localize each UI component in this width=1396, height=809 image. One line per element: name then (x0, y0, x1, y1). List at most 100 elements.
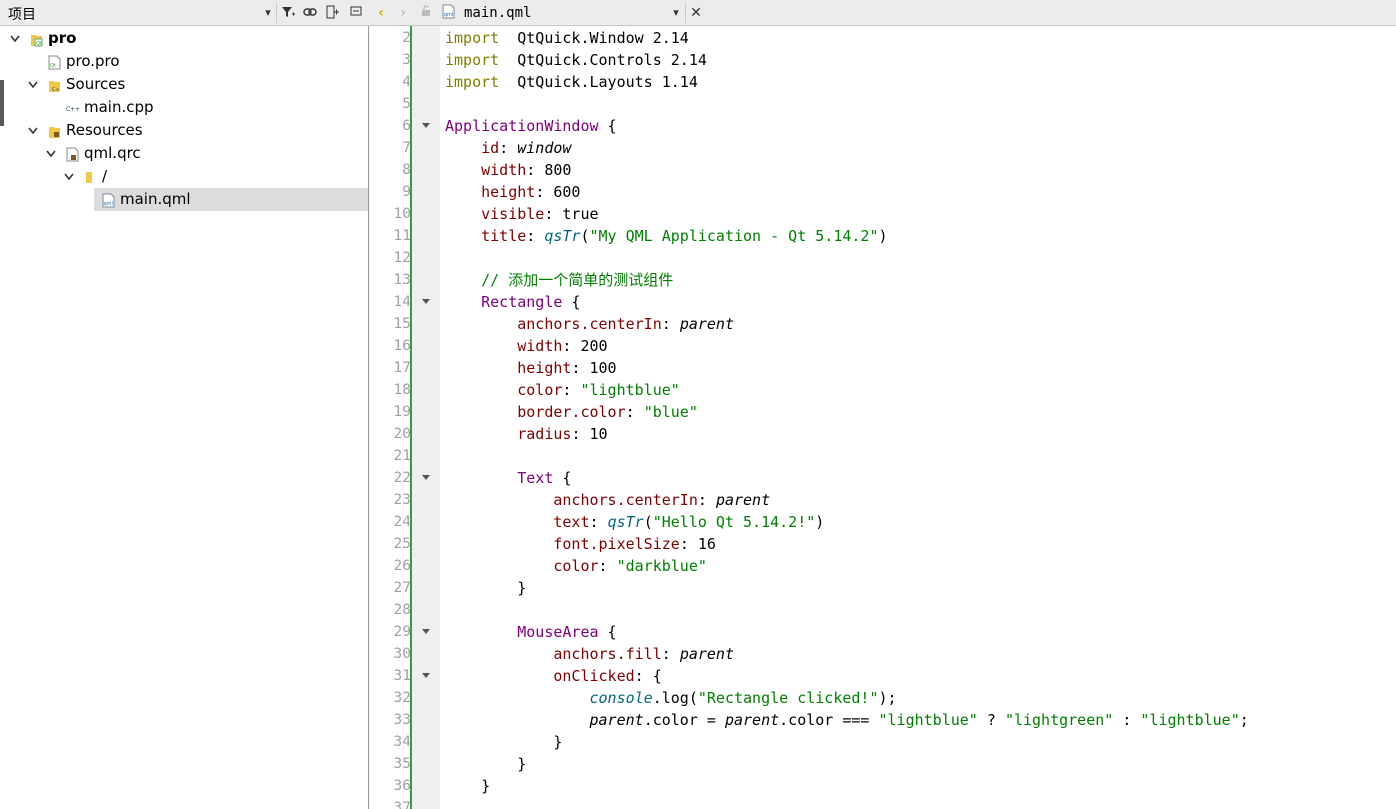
code-line[interactable]: MouseArea { (445, 621, 616, 643)
tree-item-label: pro (48, 29, 77, 47)
code-line[interactable]: title: qsTr("My QML Application - Qt 5.1… (445, 225, 887, 247)
code-line[interactable]: width: 800 (445, 159, 571, 181)
line-number: 4 (402, 74, 411, 90)
code-line[interactable]: font.pixelSize: 16 (445, 533, 716, 555)
tree-item[interactable]: C+ Sources (0, 73, 368, 96)
code-line[interactable]: anchors.centerIn: parent (445, 313, 734, 335)
code-line[interactable]: width: 200 (445, 335, 607, 357)
split-icon[interactable] (325, 5, 341, 21)
line-number: 12 (393, 250, 411, 266)
svg-text:Qt: Qt (50, 63, 56, 69)
fold-toggle-icon[interactable] (421, 467, 431, 489)
code-line[interactable]: import QtQuick.Controls 2.14 (445, 49, 707, 71)
line-number: 29 (393, 624, 411, 640)
line-number: 15 (393, 316, 411, 332)
code-line[interactable]: parent.color = parent.color === "lightbl… (445, 709, 1249, 731)
editor-toolbar: ‹ › qml main.qml ▾ ✕ (370, 0, 1396, 26)
code-line[interactable]: height: 100 (445, 357, 616, 379)
fold-toggle-icon[interactable] (421, 115, 431, 137)
line-number: 6 (402, 118, 411, 134)
tree-item[interactable]: qml main.qml (94, 188, 368, 211)
code-line[interactable]: Rectangle { (445, 291, 580, 313)
filter-icon[interactable] (280, 5, 296, 21)
fold-toggle-icon[interactable] (421, 665, 431, 687)
qml-file-icon: qml (102, 192, 115, 208)
code-line[interactable]: text: qsTr("Hello Qt 5.14.2!") (445, 511, 824, 533)
code-line[interactable]: } (445, 753, 526, 775)
tree-item[interactable]: Resources (0, 119, 368, 142)
forward-icon[interactable]: › (394, 4, 412, 22)
svg-text:Qt: Qt (36, 41, 42, 47)
line-number: 30 (393, 646, 411, 662)
tree-item[interactable]: / (0, 165, 368, 188)
code-line[interactable]: import QtQuick.Layouts 1.14 (445, 71, 698, 93)
code-line[interactable]: } (445, 731, 562, 753)
code-line[interactable]: id: window (445, 137, 571, 159)
expand-arrow-icon[interactable] (62, 165, 76, 188)
code-line[interactable]: color: "lightblue" (445, 379, 680, 401)
tree-item[interactable]: Qt pro.pro (0, 50, 368, 73)
tree-item-label: main.qml (120, 190, 191, 208)
line-number: 32 (393, 690, 411, 706)
code-line[interactable]: } (445, 775, 490, 797)
lock-icon (418, 4, 434, 22)
code-line[interactable]: radius: 10 (445, 423, 607, 445)
code-line[interactable]: Text { (445, 467, 571, 489)
projects-title: 项目 (8, 7, 36, 23)
code-line[interactable]: console.log("Rectangle clicked!"); (445, 687, 897, 709)
code-line[interactable]: ApplicationWindow { (445, 115, 617, 137)
fold-toggle-icon[interactable] (421, 291, 431, 313)
code-line[interactable]: border.color: "blue" (445, 401, 698, 423)
projects-toolbar: 项目 ▾ (0, 0, 369, 26)
line-number: 21 (393, 448, 411, 464)
left-edge-marker (0, 80, 4, 126)
code-line[interactable]: color: "darkblue" (445, 555, 707, 577)
line-number: 27 (393, 580, 411, 596)
svg-text:C++: C++ (66, 106, 80, 113)
tree-item-label: Sources (66, 75, 126, 93)
current-file-label[interactable]: main.qml (464, 4, 531, 22)
qml-file-icon: qml (440, 4, 456, 22)
line-number: 7 (402, 140, 411, 156)
code-line[interactable]: import QtQuick.Window 2.14 (445, 27, 689, 49)
line-number: 11 (393, 228, 411, 244)
back-icon[interactable]: ‹ (372, 4, 390, 22)
code-line[interactable]: // 添加一个简单的测试组件 (445, 269, 673, 291)
fold-toggle-icon[interactable] (421, 621, 431, 643)
code-area[interactable]: 2 import QtQuick.Window 2.14 3 import QtQui… (370, 26, 1396, 809)
line-number: 37 (393, 800, 411, 809)
line-number: 3 (402, 52, 411, 68)
line-number: 24 (393, 514, 411, 530)
line-number: 20 (393, 426, 411, 442)
line-number: 26 (393, 558, 411, 574)
tree-item-label: main.cpp (84, 98, 154, 116)
expand-arrow-icon[interactable] (44, 142, 58, 165)
tree-item[interactable]: qml.qrc (0, 142, 368, 165)
line-number: 9 (402, 184, 411, 200)
qrc-file-icon (66, 146, 79, 162)
tree-item[interactable]: C++ main.cpp (0, 96, 368, 119)
code-line[interactable]: height: 600 (445, 181, 580, 203)
line-number: 17 (393, 360, 411, 376)
expand-arrow-icon[interactable] (26, 73, 40, 96)
link-icon[interactable] (302, 5, 318, 21)
expand-arrow-icon[interactable] (26, 119, 40, 142)
close-file-icon[interactable]: ✕ (688, 4, 704, 22)
tree-item[interactable]: Qt pro (0, 27, 368, 50)
code-line[interactable]: anchors.centerIn: parent (445, 489, 770, 511)
pro-file-icon: Qt (48, 54, 61, 70)
code-line[interactable]: } (445, 577, 526, 599)
code-line[interactable]: anchors.fill: parent (445, 643, 734, 665)
file-dropdown-icon[interactable]: ▾ (668, 4, 684, 22)
code-line[interactable]: onClicked: { (445, 665, 661, 687)
line-number: 35 (393, 756, 411, 772)
code-line[interactable]: visible: true (445, 203, 598, 225)
close-pane-icon[interactable] (348, 5, 364, 21)
view-dropdown-icon[interactable]: ▾ (260, 5, 276, 21)
expand-arrow-icon[interactable] (8, 27, 22, 50)
code-editor[interactable]: ‹ › qml main.qml ▾ ✕ 2 import QtQuick.Win… (370, 0, 1396, 809)
line-number: 13 (393, 272, 411, 288)
line-number: 31 (393, 668, 411, 684)
line-number: 25 (393, 536, 411, 552)
folder-icon (84, 169, 97, 184)
